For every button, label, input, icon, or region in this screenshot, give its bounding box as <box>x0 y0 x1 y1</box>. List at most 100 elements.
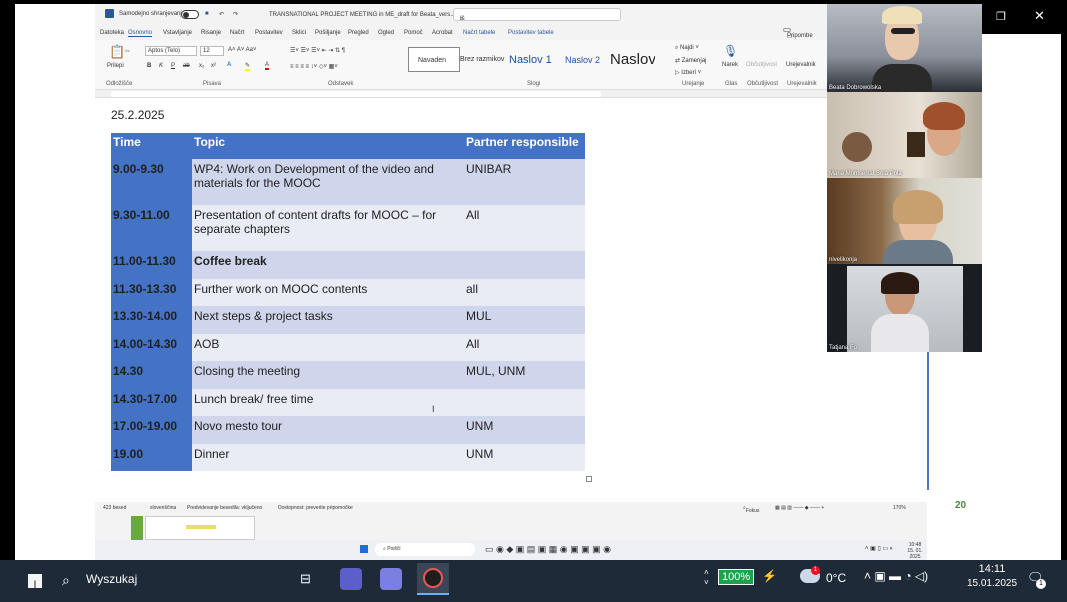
inner-tray-icons[interactable]: ˄ ▣ ▯ ▭ ◐ <box>865 545 893 552</box>
word-app-icon <box>105 9 114 18</box>
strikethrough-button[interactable]: ab <box>183 63 190 69</box>
video-tile[interactable]: Maria Montserrat Solà Pola <box>827 92 982 178</box>
tab-acrobat[interactable]: Acrobat <box>432 30 453 36</box>
style-no-spacing[interactable]: Brez razmikov <box>460 56 504 63</box>
tab-review[interactable]: Pregled <box>348 30 369 36</box>
start-button-icon[interactable] <box>28 574 42 588</box>
teams-icon[interactable] <box>380 568 402 590</box>
select-button[interactable]: ▷ Izberi ˅ <box>675 69 701 76</box>
taskbar-search-input[interactable]: Wyszukaj <box>86 572 137 586</box>
accessibility-status[interactable]: Dostopnost: preverite pripomočke <box>278 505 353 511</box>
style-heading-1[interactable]: Naslov 1 <box>509 54 552 66</box>
clock-date[interactable]: 15.01.2025 <box>963 578 1021 589</box>
tab-design[interactable]: Načrt <box>230 30 244 36</box>
style-normal[interactable]: Navaden <box>408 47 460 72</box>
tab-table-design[interactable]: Načrt tabele <box>463 30 495 36</box>
sensitivity-label[interactable]: Občutljivost <box>746 62 777 68</box>
inner-app-icons[interactable]: ▭ ◉ ◆ ▣ ▤ ▣ ▦ ◉ ▣ ▣ ▣ ◉ <box>485 544 611 555</box>
style-title[interactable]: Naslov <box>610 51 655 68</box>
view-icons[interactable]: ▦ ▤ ▥ —— ◆ —— + <box>775 505 824 511</box>
topic-cell: Closing the meeting <box>192 361 464 389</box>
text-predictions-status[interactable]: Predvidevanje besedila: vključeno <box>187 505 262 511</box>
style-heading-2[interactable]: Naslov 2 <box>565 55 600 65</box>
weather-temperature[interactable]: 0°C <box>826 571 846 585</box>
thumbnail[interactable] <box>145 516 255 540</box>
teams-icon[interactable] <box>340 568 362 590</box>
video-tile[interactable]: Tatjana Fo <box>827 264 982 352</box>
subscript-button[interactable]: x₂ <box>199 63 204 69</box>
paste-label[interactable]: Prilepi <box>107 63 124 69</box>
zoom-level[interactable]: 170% <box>893 505 906 511</box>
dictate-label[interactable]: Narek <box>722 62 738 68</box>
close-icon[interactable]: ✕ <box>1034 8 1045 24</box>
font-size-select[interactable]: 12 <box>200 46 224 56</box>
tab-view[interactable]: Ogled <box>378 30 394 36</box>
inner-search-input[interactable]: ⌕ Poišči <box>375 543 475 556</box>
tab-layout[interactable]: Postavitev <box>255 30 283 36</box>
table-resize-handle[interactable] <box>586 476 592 482</box>
battery-indicator[interactable]: 100% <box>718 569 755 585</box>
language-status[interactable]: slovenščina <box>150 505 176 511</box>
autosave-toggle[interactable] <box>181 10 199 19</box>
tab-home[interactable]: Osnovno <box>128 30 153 37</box>
bullets-icon[interactable]: ☰˅ ☰˅ ☰˅ ⇤ ⇥ ⇅ ¶ <box>290 47 345 54</box>
find-button[interactable]: ⌕ Najdi ˅ <box>675 45 699 52</box>
partner-cell: all <box>464 278 585 306</box>
editor-label[interactable]: Urejevalnik <box>786 62 816 68</box>
replace-button[interactable]: ⇄ Zamenjaj <box>675 57 706 64</box>
search-icon[interactable]: ⌕ <box>62 572 70 589</box>
underline-button[interactable]: P <box>171 63 175 69</box>
shared-screen: Samodejno shranjevanje ■ ↶ ↷ TRANSNATION… <box>15 4 1061 560</box>
comments-button[interactable]: ▭ Pripombe <box>783 28 813 40</box>
chevron-up-down-icon[interactable]: ˄ ˅ <box>704 568 709 588</box>
group-clipboard: Odložišče <box>106 81 133 87</box>
tab-mailings[interactable]: Pošiljanje <box>315 30 341 36</box>
search-input[interactable]: ⌕ Iš <box>453 8 621 22</box>
thumbnail[interactable] <box>131 516 143 540</box>
topic-cell: Novo mesto tour <box>192 416 464 444</box>
tab-draw[interactable]: Risanje <box>201 30 221 36</box>
video-tile[interactable]: nivelikonja <box>827 178 982 264</box>
windows-start-icon[interactable] <box>360 545 368 553</box>
bold-button[interactable]: B <box>147 63 151 69</box>
table-row: 14.30 Closing the meeting MUL, UNM <box>111 361 585 389</box>
grow-font-icon[interactable]: A˄ A˅ Aa˅ <box>228 47 257 53</box>
microphone-icon[interactable]: 🎙 <box>723 44 738 58</box>
text-effects-icon[interactable]: A <box>227 62 231 68</box>
partner-cell: UNM <box>464 443 585 471</box>
font-color-icon[interactable]: A <box>265 62 270 70</box>
tab-help[interactable]: Pomoč <box>404 30 423 36</box>
undo-icon[interactable]: ↶ <box>219 11 224 18</box>
cut-icon[interactable]: ✂ <box>125 48 130 55</box>
save-icon[interactable]: ■ <box>205 11 209 17</box>
font-name-select[interactable]: Aptos (Telo) <box>145 46 197 56</box>
document-title[interactable]: TRANSNATIONAL PROJECT MEETING in ME_draf… <box>269 11 461 18</box>
time-cell: 14.00-14.30 <box>111 333 192 361</box>
table-row: 17.00-19.00 Novo mesto tour UNM <box>111 416 585 444</box>
thumbnail-strip <box>95 514 927 540</box>
clock-time[interactable]: 14:11 <box>968 563 1016 575</box>
superscript-button[interactable]: x² <box>211 63 216 69</box>
tab-insert[interactable]: Vstavljanje <box>163 30 192 36</box>
media-player-active[interactable] <box>417 563 449 595</box>
tab-references[interactable]: Sklici <box>292 30 306 36</box>
align-icons[interactable]: ≡ ≡ ≡ ≡ ↕˅ ◇˅ ▦˅ <box>290 63 338 70</box>
focus-button[interactable]: ⌕ Fokus <box>743 505 759 514</box>
highlight-icon[interactable]: ✎ <box>245 62 251 71</box>
word-count[interactable]: 423 besed <box>103 505 126 511</box>
video-tile[interactable]: Beata Dobrowolska <box>827 4 982 92</box>
header-time: Time <box>111 133 192 159</box>
table-row: 9.30-11.00 Presentation of content draft… <box>111 205 585 251</box>
paste-icon[interactable]: 📋 <box>109 44 125 60</box>
tab-file[interactable]: Datoteka <box>100 30 124 36</box>
restore-icon[interactable]: ❐ <box>996 10 1006 23</box>
table-row: 13.30-14.00 Next steps & project tasks M… <box>111 306 585 334</box>
redo-icon[interactable]: ↷ <box>233 11 238 18</box>
title-bar: Samodejno shranjevanje ■ ↶ ↷ TRANSNATION… <box>95 4 927 26</box>
partner-cell: MUL, UNM <box>464 361 585 389</box>
italic-button[interactable]: K <box>159 63 163 69</box>
task-view-icon[interactable]: ⊟ <box>300 571 311 587</box>
windows-taskbar: ⌕ Wyszukaj ⊟ ˄ ˅ 100% ⚡ 1 0°C ˄ ▣ ▬ ◔ ◁) … <box>0 560 1067 602</box>
tray-icons[interactable]: ˄ ▣ ▬ ◔ ◁) <box>864 569 928 583</box>
tab-table-layout[interactable]: Postavitev tabele <box>508 30 554 36</box>
